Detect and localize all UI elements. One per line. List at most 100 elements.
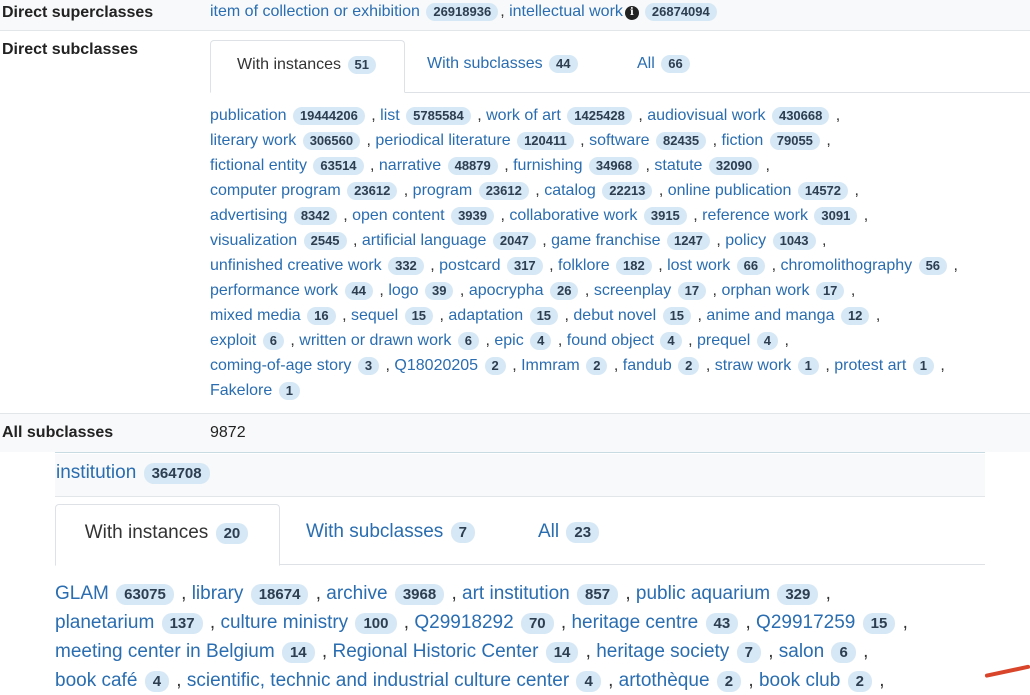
superclass-link[interactable]: intellectual work — [509, 3, 623, 20]
subclass-link[interactable]: Q29917259 — [756, 612, 855, 633]
subclass-link[interactable]: GLAM — [55, 583, 109, 604]
subclass-link[interactable]: heritage centre — [571, 612, 698, 633]
subclass-link[interactable]: library — [192, 583, 244, 604]
count-badge: 137 — [161, 613, 203, 634]
subclass-link[interactable]: protest art — [834, 357, 906, 374]
subclass-link[interactable]: publication — [210, 107, 287, 124]
subclass-link[interactable]: book café — [55, 670, 137, 691]
count-badge: 182 — [616, 257, 652, 275]
subclass-link[interactable]: performance work — [210, 282, 338, 299]
all-subclasses-row: All subclasses 9872 — [0, 413, 1030, 453]
list-line: book café 4 , scientific, technic and in… — [55, 670, 885, 692]
count-badge: 332 — [388, 257, 424, 275]
subclass-link[interactable]: art institution — [462, 583, 570, 604]
count-badge: 4 — [530, 332, 552, 350]
tab-all[interactable]: All 23 — [538, 504, 601, 562]
subclass-link[interactable]: policy — [725, 232, 766, 249]
tab-with-subclasses[interactable]: With subclasses 44 — [427, 40, 580, 90]
list-line: visualization 2545 , artificial language… — [210, 232, 827, 250]
info-icon[interactable]: i — [624, 6, 639, 20]
subclass-link[interactable]: Regional Historic Center — [332, 641, 538, 662]
subclass-link[interactable]: literary work — [210, 132, 296, 149]
subclass-link[interactable]: program — [413, 182, 473, 199]
subclass-link[interactable]: lost work — [667, 257, 730, 274]
subclass-link[interactable]: Fakelore — [210, 382, 272, 399]
subclass-link[interactable]: written or drawn work — [299, 332, 451, 349]
subclass-link[interactable]: archive — [326, 583, 387, 604]
list-line: advertising 8342 , open content 3939 , c… — [210, 207, 869, 225]
subclass-link[interactable]: anime and manga — [706, 307, 834, 324]
subclass-link[interactable]: visualization — [210, 232, 297, 249]
subclass-link[interactable]: furnishing — [513, 157, 582, 174]
subclass-link[interactable]: heritage society — [596, 641, 729, 662]
subclass-link[interactable]: computer program — [210, 182, 341, 199]
subclass-link[interactable]: adaptation — [448, 307, 523, 324]
count-badge: 8342 — [293, 207, 337, 225]
subclass-link[interactable]: Q18020205 — [394, 357, 478, 374]
subclass-link[interactable]: orphan work — [721, 282, 809, 299]
subclass-link[interactable]: epic — [494, 332, 523, 349]
tab-with-subclasses[interactable]: With subclasses 7 — [306, 504, 477, 562]
subclass-link[interactable]: catalog — [544, 182, 596, 199]
institution-link[interactable]: institution — [56, 462, 136, 483]
count-badge: 22213 — [602, 182, 653, 200]
subclass-link[interactable]: planetarium — [55, 612, 154, 633]
subclass-link[interactable]: folklore — [558, 257, 610, 274]
superclasses-label: Direct superclasses — [2, 4, 154, 21]
subclass-link[interactable]: artificial language — [362, 232, 487, 249]
subclass-link[interactable]: game franchise — [551, 232, 660, 249]
subclass-link[interactable]: postcard — [439, 257, 500, 274]
subclass-link[interactable]: artothèque — [619, 670, 710, 691]
subclass-link[interactable]: screenplay — [594, 282, 671, 299]
subclass-link[interactable]: reference work — [702, 207, 808, 224]
count-badge: 14 — [281, 642, 315, 663]
count-badge: 23612 — [478, 182, 529, 200]
subclass-link[interactable]: statute — [654, 157, 702, 174]
subclass-link[interactable]: sequel — [351, 307, 398, 324]
tab-label: With instances — [84, 522, 209, 543]
subclass-link[interactable]: fiction — [722, 132, 764, 149]
subclass-link[interactable]: advertising — [210, 207, 287, 224]
subclass-link[interactable]: chromolithography — [780, 257, 912, 274]
count-badge: 3968 — [394, 584, 445, 605]
subclass-link[interactable]: logo — [388, 282, 418, 299]
subclass-link[interactable]: scientific, technic and industrial cultu… — [187, 670, 569, 691]
count-badge: 4 — [660, 332, 682, 350]
subclass-link[interactable]: software — [589, 132, 649, 149]
subclass-link[interactable]: collaborative work — [509, 207, 637, 224]
subclass-link[interactable]: audiovisual work — [647, 107, 765, 124]
subclass-link[interactable]: online publication — [668, 182, 792, 199]
tab-all[interactable]: All 66 — [637, 40, 692, 90]
subclass-link[interactable]: exploit — [210, 332, 256, 349]
subclass-link[interactable]: mixed media — [210, 307, 301, 324]
count-badge: 5785584 — [406, 107, 471, 125]
subclass-link[interactable]: unfinished creative work — [210, 257, 382, 274]
count-badge: 66 — [661, 55, 690, 73]
subclass-link[interactable]: straw work — [715, 357, 791, 374]
subclass-link[interactable]: periodical literature — [375, 132, 510, 149]
tab-with-instances[interactable]: With instances 20 — [55, 504, 280, 566]
subclass-link[interactable]: Q29918292 — [414, 612, 513, 633]
count-badge: 17 — [677, 282, 707, 300]
subclass-link[interactable]: work of art — [486, 107, 561, 124]
superclass-link[interactable]: item of collection or exhibition — [210, 3, 420, 20]
count-badge: 364708 — [143, 463, 210, 484]
subclass-link[interactable]: salon — [779, 641, 824, 662]
count-badge: 2047 — [492, 232, 536, 250]
subclass-link[interactable]: fictional entity — [210, 157, 307, 174]
subclass-link[interactable]: culture ministry — [220, 612, 348, 633]
subclass-link[interactable]: book club — [759, 670, 840, 691]
subclass-link[interactable]: prequel — [697, 332, 750, 349]
subclass-link[interactable]: apocrypha — [469, 282, 544, 299]
subclass-link[interactable]: Immram — [521, 357, 580, 374]
subclass-link[interactable]: narrative — [379, 157, 441, 174]
subclass-link[interactable]: meeting center in Belgium — [55, 641, 275, 662]
subclass-link[interactable]: list — [380, 107, 400, 124]
subclass-link[interactable]: found object — [567, 332, 654, 349]
tab-with-instances[interactable]: With instances 51 — [210, 40, 405, 93]
subclass-link[interactable]: public aquarium — [636, 583, 770, 604]
subclass-link[interactable]: coming-of-age story — [210, 357, 351, 374]
subclass-link[interactable]: debut novel — [573, 307, 656, 324]
subclass-link[interactable]: open content — [352, 207, 445, 224]
subclass-link[interactable]: fandub — [623, 357, 672, 374]
